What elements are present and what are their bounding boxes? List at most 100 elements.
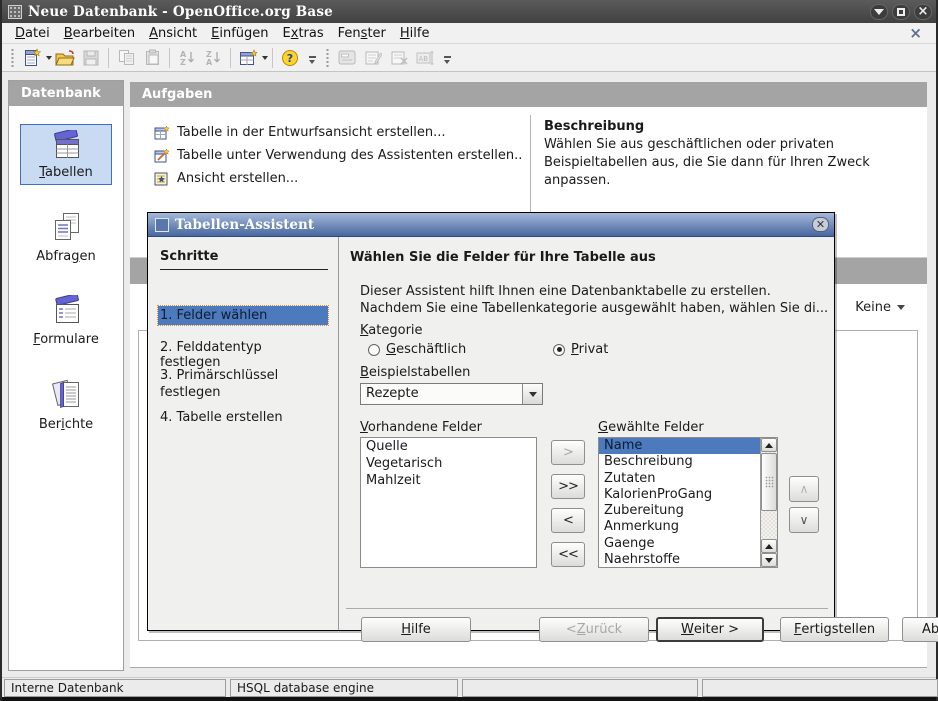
list-item[interactable]: Naehrstoffe bbox=[599, 552, 760, 567]
queries-icon bbox=[47, 212, 85, 246]
combobox-dropdown-button[interactable] bbox=[522, 384, 542, 404]
window-bottom-border bbox=[2, 697, 936, 701]
filter-dropdown[interactable]: Keine bbox=[855, 300, 905, 315]
scroll-down-button[interactable] bbox=[761, 553, 777, 567]
list-item[interactable]: Beschreibung bbox=[599, 454, 760, 470]
view-icon bbox=[154, 171, 170, 187]
shade-icon bbox=[874, 9, 884, 15]
list-item[interactable]: Zutaten bbox=[599, 471, 760, 487]
new-table-icon bbox=[239, 49, 258, 67]
toolbar-overflow-button[interactable] bbox=[441, 48, 453, 68]
save-icon bbox=[83, 50, 99, 66]
step-4-tabelle-erstellen[interactable]: 4. Tabelle erstellen bbox=[158, 408, 328, 427]
new-dropdown-arrow-icon[interactable] bbox=[46, 56, 52, 60]
window-maximize-button[interactable] bbox=[892, 4, 910, 20]
document-close-icon[interactable]: × bbox=[901, 24, 930, 42]
steps-header: Schritte bbox=[160, 249, 328, 270]
svg-text:Z: Z bbox=[180, 58, 186, 66]
menu-ansicht[interactable]: Ansicht bbox=[142, 24, 204, 43]
rename-icon: AB bbox=[416, 51, 435, 65]
menu-bearbeiten[interactable]: Bearbeiten bbox=[57, 24, 142, 43]
scrollbar[interactable] bbox=[760, 438, 777, 567]
dialog-content: Wählen Sie die Felder für Ihre Tabelle a… bbox=[340, 237, 834, 630]
delete-button bbox=[387, 46, 411, 70]
radio-geschaeftlich[interactable]: Geschäftlich bbox=[368, 342, 466, 357]
new-table-dropdown-arrow-icon[interactable] bbox=[262, 56, 268, 60]
menu-extras[interactable]: Extras bbox=[276, 24, 331, 43]
edit-icon bbox=[365, 50, 382, 66]
toolbar-grip[interactable] bbox=[325, 48, 330, 68]
sidebar-item-tabellen[interactable]: Tabellen bbox=[20, 124, 112, 185]
forms-icon bbox=[47, 295, 85, 329]
help-icon: ? bbox=[281, 49, 299, 67]
window-close-button[interactable]: × bbox=[914, 4, 932, 20]
table-design-icon bbox=[154, 125, 170, 141]
list-item[interactable]: Mahlzeit bbox=[361, 472, 536, 489]
open-button[interactable] bbox=[53, 46, 77, 70]
sidebar-item-abfragen[interactable]: Abfragen bbox=[20, 207, 112, 268]
menu-datei[interactable]: Datei bbox=[8, 24, 57, 43]
sidebar-item-berichte[interactable]: Berichte bbox=[20, 373, 112, 436]
svg-text:A: A bbox=[206, 58, 213, 66]
description-title: Beschreibung bbox=[544, 119, 924, 134]
scroll-up-button[interactable] bbox=[761, 438, 777, 452]
next-button[interactable]: Weiter > bbox=[656, 617, 764, 642]
tasks-header: Aufgaben bbox=[130, 82, 927, 107]
save-button bbox=[79, 46, 103, 70]
radio-privat[interactable]: Privat bbox=[553, 342, 608, 357]
sidebar-item-formulare[interactable]: Formulare bbox=[20, 290, 112, 351]
reports-icon bbox=[47, 378, 85, 414]
list-item-selected[interactable]: Name bbox=[599, 438, 760, 454]
help-button[interactable]: ? bbox=[278, 46, 302, 70]
task-create-table-wizard[interactable]: Tabelle unter Verwendung des Assistenten… bbox=[154, 144, 522, 167]
scroll-up-button-bottom[interactable] bbox=[761, 539, 777, 553]
window-shade-button[interactable] bbox=[870, 4, 888, 20]
menu-hilfe[interactable]: Hilfe bbox=[393, 24, 437, 43]
available-fields-label: Vorhandene Felder bbox=[360, 420, 482, 435]
combobox-value: Rezepte bbox=[361, 384, 522, 404]
list-item[interactable]: Vegetarisch bbox=[361, 455, 536, 472]
toolbar-grip[interactable] bbox=[10, 48, 15, 68]
menubar: Datei Bearbeiten Ansicht Einfügen Extras… bbox=[2, 23, 936, 44]
toolbar-overflow-button[interactable] bbox=[306, 48, 318, 68]
arrow-up-icon bbox=[765, 443, 773, 448]
list-item[interactable]: KalorienProGang bbox=[599, 487, 760, 503]
description-panel: Beschreibung Wählen Sie aus geschäftlich… bbox=[544, 119, 924, 190]
scrollbar-thumb[interactable] bbox=[761, 453, 777, 511]
window-titlebar: Neue Datenbank - OpenOffice.org Base × bbox=[2, 0, 936, 23]
remove-field-button[interactable]: < bbox=[551, 508, 585, 533]
remove-all-fields-button[interactable]: << bbox=[551, 542, 585, 567]
list-item[interactable]: Gaenge bbox=[599, 536, 760, 552]
dialog-heading: Wählen Sie die Felder für Ihre Tabelle a… bbox=[350, 250, 656, 265]
sort-ascending-button: A Z bbox=[175, 46, 199, 70]
move-field-down-button[interactable]: ∨ bbox=[789, 507, 819, 533]
list-item[interactable]: Zubereitung bbox=[599, 503, 760, 519]
copy-button bbox=[114, 46, 138, 70]
available-fields-list[interactable]: Quelle Vegetarisch Mahlzeit bbox=[360, 437, 537, 568]
step-3-primaerschluessel[interactable]: 3. Primärschlüssel festlegen bbox=[158, 365, 308, 403]
task-create-table-design[interactable]: Tabelle in der Entwurfsansicht erstellen… bbox=[154, 121, 522, 144]
overflow-bar bbox=[309, 56, 316, 58]
finish-button[interactable]: Fertigstellen bbox=[780, 617, 889, 642]
sample-tables-combobox[interactable]: Rezepte bbox=[360, 383, 543, 405]
toolbar-separator bbox=[272, 48, 273, 68]
dialog-close-button[interactable]: ✕ bbox=[812, 217, 829, 232]
menu-fenster[interactable]: Fenster bbox=[331, 24, 393, 43]
chevron-down-icon bbox=[529, 392, 537, 397]
new-database-button[interactable] bbox=[20, 46, 44, 70]
edit-button bbox=[361, 46, 385, 70]
new-table-button[interactable] bbox=[236, 46, 260, 70]
list-item[interactable]: Anmerkung bbox=[599, 519, 760, 535]
menu-einfuegen[interactable]: Einfügen bbox=[204, 24, 275, 43]
help-button[interactable]: Hilfe bbox=[361, 617, 471, 642]
step-1-felder-waehlen[interactable]: 1. Felder wählen bbox=[158, 306, 328, 325]
list-item[interactable]: Quelle bbox=[361, 438, 536, 455]
dialog-title: Tabellen-Assistent bbox=[175, 217, 314, 233]
add-all-fields-button[interactable]: >> bbox=[551, 474, 585, 499]
cancel-button[interactable]: Abbrechen bbox=[902, 617, 938, 642]
form-icon bbox=[338, 50, 356, 65]
task-create-view[interactable]: Ansicht erstellen... bbox=[154, 167, 522, 190]
rename-button: AB bbox=[413, 46, 437, 70]
selected-fields-list[interactable]: Name Beschreibung Zutaten KalorienProGan… bbox=[599, 438, 760, 567]
intro-line-2: Nachdem Sie eine Tabellenkategorie ausge… bbox=[360, 300, 828, 317]
